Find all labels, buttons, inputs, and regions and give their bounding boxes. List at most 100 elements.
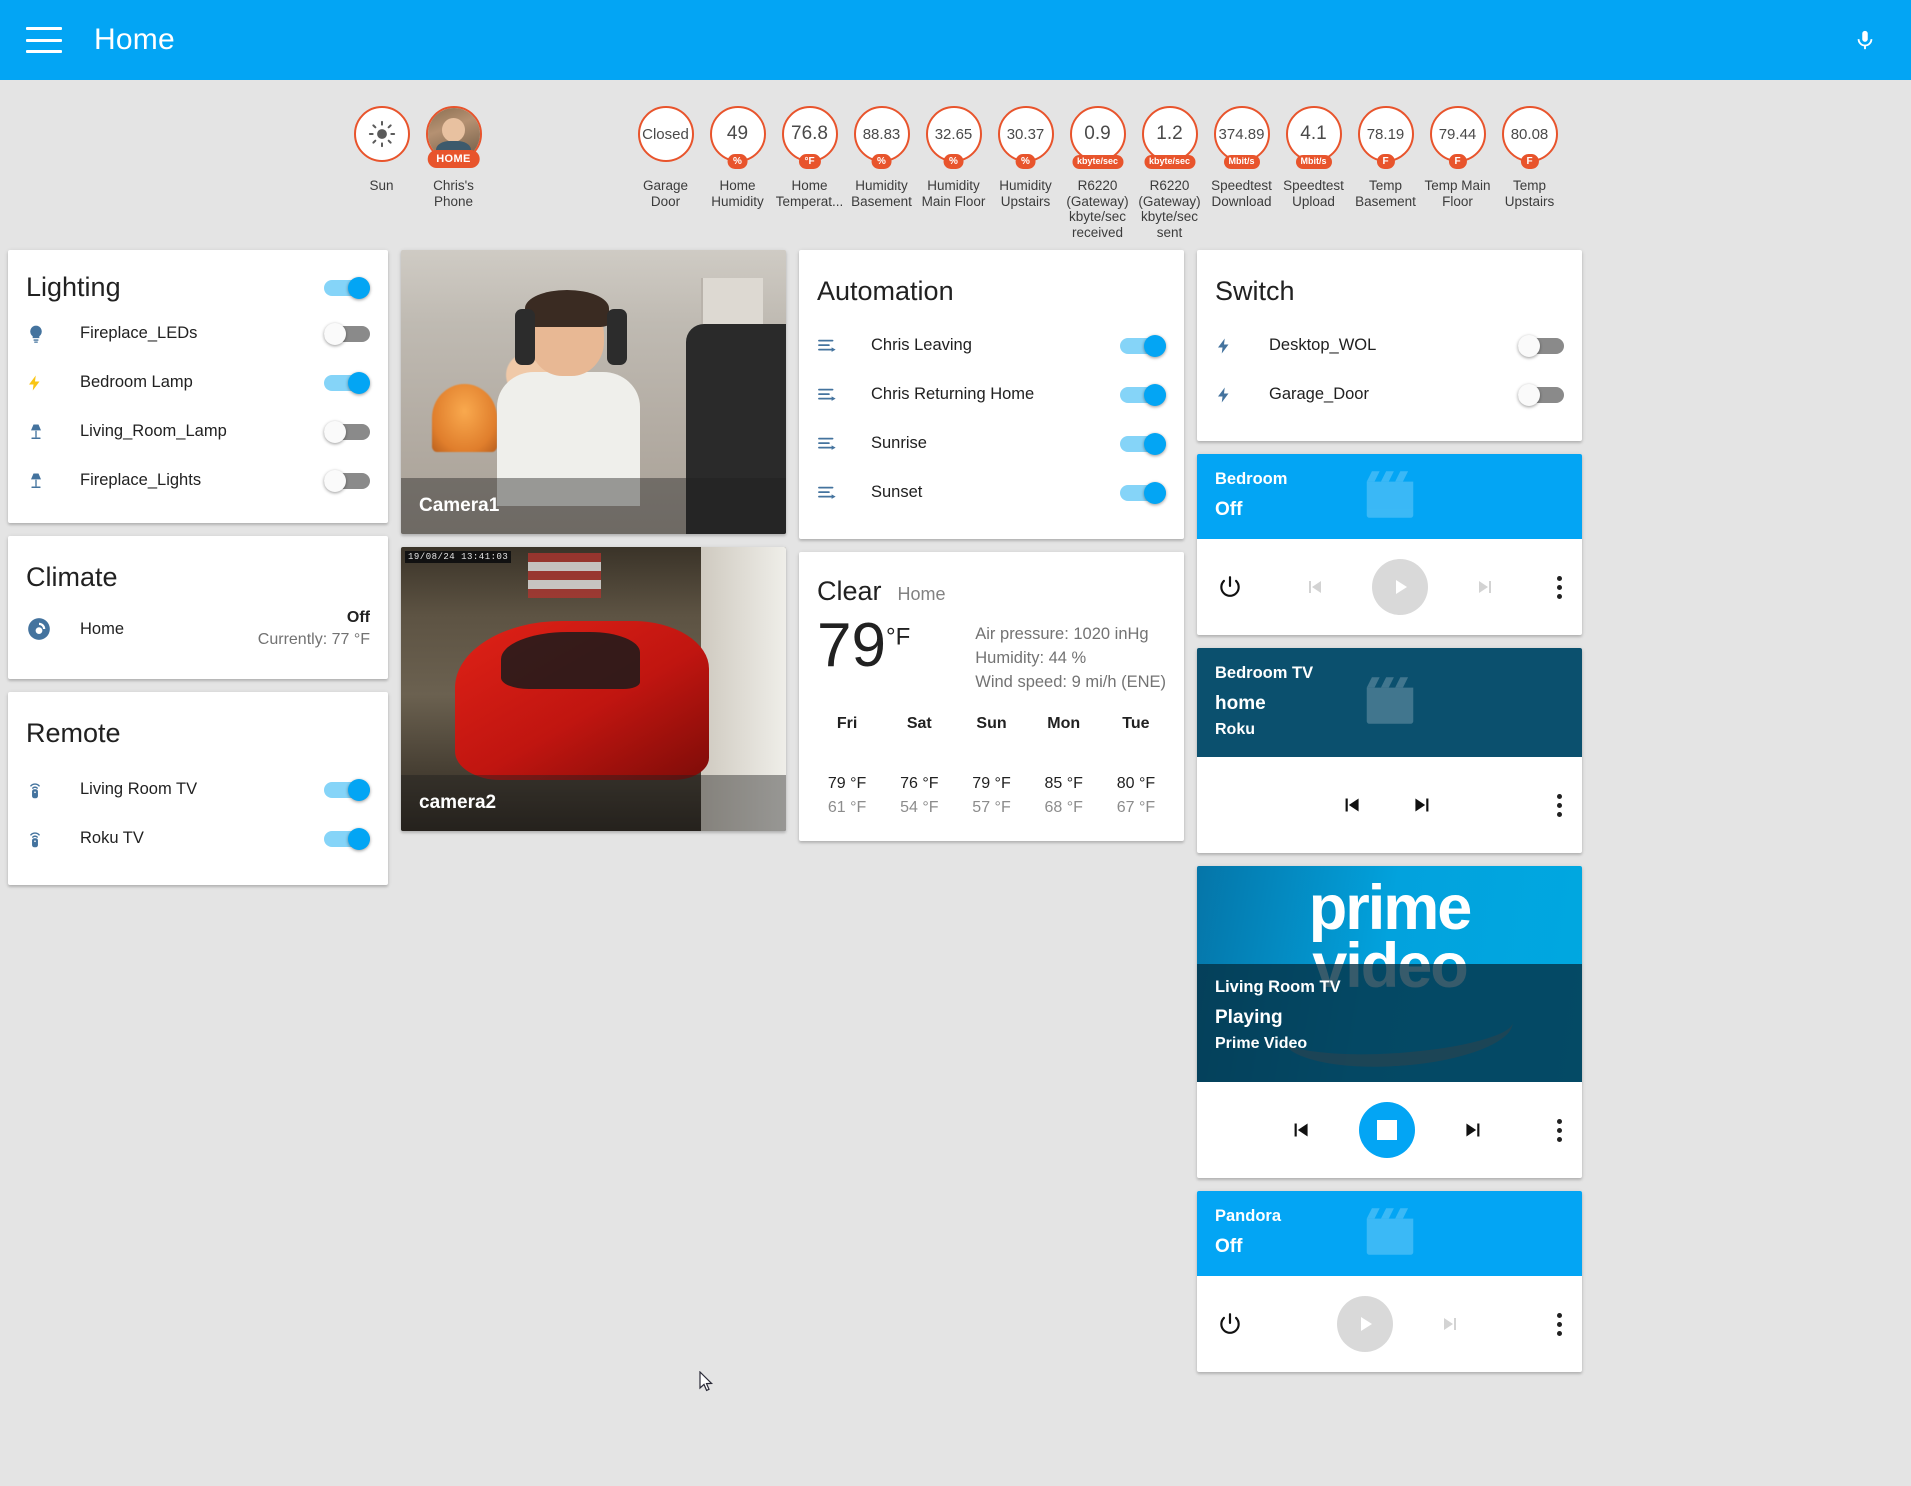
camera-feed-1[interactable]: Camera1 bbox=[401, 250, 786, 535]
lighting-card: Lighting Fireplace_LEDs Bedroom Lamp Liv… bbox=[8, 250, 388, 524]
stop-icon[interactable] bbox=[1359, 1102, 1415, 1159]
more-vertical-icon[interactable] bbox=[1557, 793, 1562, 817]
badge-gateway-received[interactable]: 0.9 kbyte/sec R6220 (Gateway) kbyte/sec … bbox=[1062, 106, 1134, 240]
badge-humidity-basement[interactable]: 88.83 % Humidity Basement bbox=[846, 106, 918, 209]
badge-unit: % bbox=[727, 154, 748, 169]
badge-speedtest-download[interactable]: 374.89 Mbit/s Speedtest Download bbox=[1206, 106, 1278, 209]
badge-home-humidity[interactable]: 49 % Home Humidity bbox=[702, 106, 774, 209]
badge-unit: °F bbox=[798, 154, 821, 169]
list-item[interactable]: Chris Leaving bbox=[799, 321, 1184, 370]
toggle-living-room-tv[interactable] bbox=[324, 778, 370, 801]
toggle-sunrise[interactable] bbox=[1120, 432, 1166, 455]
toggle-desktop-wol[interactable] bbox=[1518, 334, 1564, 357]
list-item[interactable]: Chris Returning Home bbox=[799, 370, 1184, 419]
badge-value: 1.2 bbox=[1156, 123, 1183, 144]
toggle-chris-leaving[interactable] bbox=[1120, 334, 1166, 357]
power-icon[interactable] bbox=[1217, 574, 1243, 600]
camera-feed-2[interactable]: 19/08/24 13:41:03 camera2 bbox=[401, 547, 786, 832]
toggle-roku-tv[interactable] bbox=[324, 827, 370, 850]
column-4: Switch Desktop_WOL Garage_Door Bedroom O… bbox=[1197, 250, 1582, 1373]
media-player-banner[interactable]: Bedroom Off bbox=[1197, 454, 1582, 540]
remote-card: Remote Living Room TV Roku TV bbox=[8, 692, 388, 886]
skip-next-icon[interactable] bbox=[1439, 1312, 1463, 1336]
badge-label: Speedtest Download bbox=[1211, 178, 1272, 209]
weather-card[interactable]: Clear Home 79°F Air pressure: 1020 inHg … bbox=[799, 552, 1184, 841]
badge-temp-upstairs[interactable]: 80.08 F Temp Upstairs bbox=[1494, 106, 1566, 209]
list-item[interactable]: Fireplace_Lights bbox=[8, 456, 388, 505]
badge-garage-door[interactable]: Closed Garage Door bbox=[630, 106, 702, 209]
switch-card: Switch Desktop_WOL Garage_Door bbox=[1197, 250, 1582, 442]
list-item[interactable]: Roku TV bbox=[8, 814, 388, 863]
camera-label: Camera1 bbox=[401, 478, 786, 535]
skip-previous-icon[interactable] bbox=[1338, 792, 1364, 818]
script-icon bbox=[817, 386, 857, 404]
badge-value: 374.89 bbox=[1218, 125, 1265, 143]
list-item[interactable]: Home Off Currently: 77 °F bbox=[8, 599, 388, 679]
badge-label: Home Temperat... bbox=[775, 178, 844, 209]
weather-pressure: Air pressure: 1020 inHg bbox=[975, 625, 1149, 644]
list-item[interactable]: Desktop_WOL bbox=[1197, 321, 1582, 370]
more-vertical-icon[interactable] bbox=[1557, 1312, 1562, 1336]
remote-control-icon bbox=[26, 778, 66, 802]
badge-unit: F bbox=[1448, 154, 1467, 169]
page-title: Home bbox=[94, 23, 175, 56]
avatar: HOME bbox=[425, 106, 482, 168]
list-item[interactable]: Sunrise bbox=[799, 419, 1184, 468]
more-vertical-icon[interactable] bbox=[1557, 575, 1562, 599]
list-item[interactable]: Sunset bbox=[799, 468, 1184, 517]
play-icon[interactable] bbox=[1337, 1296, 1393, 1353]
badge-value: 79.44 bbox=[1438, 125, 1477, 143]
badge-home-temperature[interactable]: 76.8 °F Home Temperat... bbox=[774, 106, 846, 209]
camera-timestamp: 19/08/24 13:41:03 bbox=[405, 551, 512, 564]
list-item[interactable]: Living_Room_Lamp bbox=[8, 407, 388, 456]
skip-next-icon[interactable] bbox=[1474, 575, 1498, 599]
toggle-fireplace-leds[interactable] bbox=[324, 322, 370, 345]
script-icon bbox=[817, 435, 857, 453]
more-vertical-icon[interactable] bbox=[1557, 1118, 1562, 1142]
badge-chris-phone[interactable]: HOME Chris's Phone bbox=[418, 106, 490, 209]
toggle-fireplace-lights[interactable] bbox=[324, 469, 370, 492]
forecast-day: Tue 80 °F 67 °F bbox=[1116, 714, 1156, 816]
play-icon[interactable] bbox=[1372, 559, 1428, 616]
badge-sun[interactable]: Sun bbox=[346, 106, 418, 194]
microphone-icon[interactable] bbox=[1845, 18, 1885, 62]
list-item[interactable]: Bedroom Lamp bbox=[8, 358, 388, 407]
toggle-chris-returning-home[interactable] bbox=[1120, 383, 1166, 406]
skip-previous-icon[interactable] bbox=[1287, 1117, 1313, 1143]
camera-label: camera2 bbox=[401, 775, 786, 832]
hamburger-menu-icon[interactable] bbox=[26, 27, 62, 53]
list-item[interactable]: Garage_Door bbox=[1197, 370, 1582, 419]
weather-forecast: Fri 79 °F 61 °F Sat 76 °F 54 °F Sun 79 °… bbox=[799, 697, 1184, 841]
status-badge: HOME bbox=[427, 150, 480, 168]
badge-humidity-main-floor[interactable]: 32.65 % Humidity Main Floor bbox=[918, 106, 990, 209]
badge-temp-basement[interactable]: 78.19 F Temp Basement bbox=[1350, 106, 1422, 209]
skip-next-icon[interactable] bbox=[1461, 1117, 1487, 1143]
column-1: Lighting Fireplace_LEDs Bedroom Lamp Liv… bbox=[8, 250, 388, 886]
toggle-bedroom-lamp[interactable] bbox=[324, 371, 370, 394]
badge-unit: kbyte/sec bbox=[1071, 155, 1124, 169]
lightbulb-icon bbox=[26, 323, 66, 345]
badge-gateway-sent[interactable]: 1.2 kbyte/sec R6220 (Gateway) kbyte/sec … bbox=[1134, 106, 1206, 240]
media-player-living-room-tv: prime video Living Room TV Playing Prime… bbox=[1197, 866, 1582, 1179]
toggle-sunset[interactable] bbox=[1120, 481, 1166, 504]
list-item[interactable]: Living Room TV bbox=[8, 765, 388, 814]
badge-speedtest-upload[interactable]: 4.1 Mbit/s Speedtest Upload bbox=[1278, 106, 1350, 209]
media-player-banner[interactable]: Bedroom TV home Roku bbox=[1197, 648, 1582, 758]
media-player-banner[interactable]: Pandora Off bbox=[1197, 1191, 1582, 1277]
badge-label: Garage Door bbox=[642, 178, 689, 209]
media-player-banner[interactable]: prime video Living Room TV Playing Prime… bbox=[1197, 866, 1582, 1083]
badge-label: R6220 (Gateway) kbyte/sec received bbox=[1066, 178, 1129, 240]
skip-next-icon[interactable] bbox=[1410, 792, 1436, 818]
list-item[interactable]: Fireplace_LEDs bbox=[8, 309, 388, 358]
toggle-living-room-lamp[interactable] bbox=[324, 420, 370, 443]
badge-humidity-upstairs[interactable]: 30.37 % Humidity Upstairs bbox=[990, 106, 1062, 209]
badge-temp-main-floor[interactable]: 79.44 F Temp Main Floor bbox=[1422, 106, 1494, 209]
skip-previous-icon[interactable] bbox=[1302, 575, 1326, 599]
badge-value: 88.83 bbox=[862, 125, 901, 143]
lighting-master-toggle[interactable] bbox=[324, 276, 370, 299]
toggle-garage-door[interactable] bbox=[1518, 383, 1564, 406]
power-icon[interactable] bbox=[1217, 1311, 1243, 1337]
badge-label: Chris's Phone bbox=[433, 178, 474, 209]
list-item-label: Bedroom Lamp bbox=[80, 373, 193, 392]
badge-value: Closed bbox=[637, 106, 694, 162]
